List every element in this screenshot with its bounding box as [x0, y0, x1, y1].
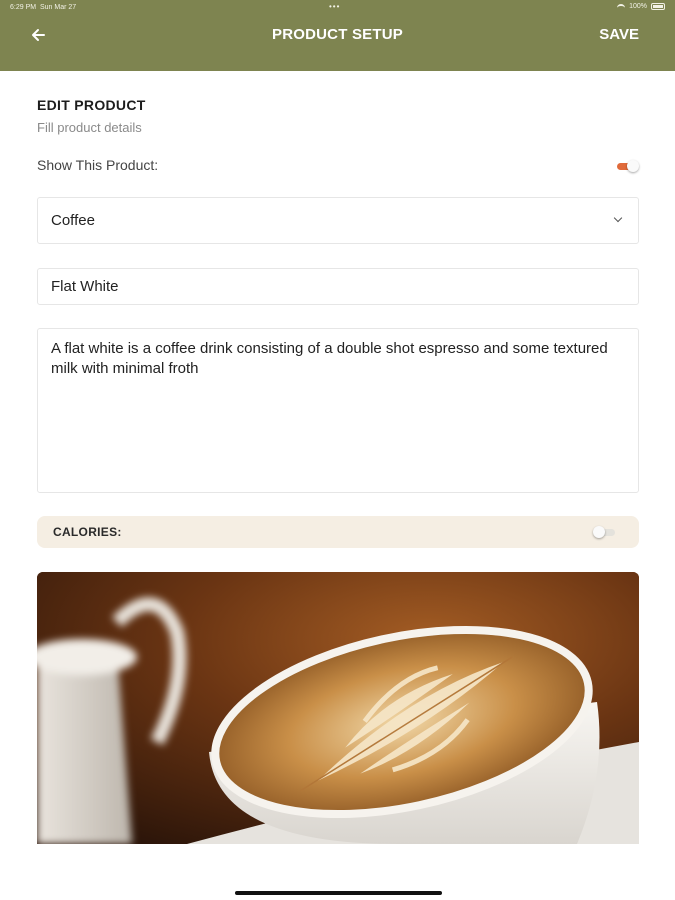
- product-description-textarea[interactable]: A flat white is a coffee drink consistin…: [37, 328, 639, 493]
- coffee-latte-art-photo: [37, 572, 639, 844]
- product-photo[interactable]: [37, 572, 639, 844]
- status-indicators: 100%: [617, 3, 665, 10]
- category-select-value: Coffee: [51, 212, 95, 229]
- calories-row: CALORIES:: [37, 516, 639, 548]
- section-heading: EDIT PRODUCT: [37, 97, 146, 113]
- save-button[interactable]: SAVE: [599, 26, 639, 43]
- battery-icon: [651, 3, 665, 10]
- status-time: 6:29 PM Sun Mar 27: [10, 4, 77, 11]
- product-name-input[interactable]: Flat White: [37, 268, 639, 305]
- toggle-knob: [593, 526, 605, 538]
- wifi-icon: [617, 3, 626, 10]
- chevron-down-icon: [613, 213, 623, 223]
- show-product-toggle[interactable]: [617, 160, 639, 172]
- home-indicator[interactable]: [235, 891, 442, 895]
- status-bar: 6:29 PM Sun Mar 27 ••• 100%: [0, 0, 675, 16]
- calories-toggle[interactable]: [593, 526, 617, 538]
- section-subheading: Fill product details: [37, 120, 142, 135]
- calories-label: CALORIES:: [53, 525, 122, 539]
- app-header: 6:29 PM Sun Mar 27 ••• 100% PRODUCT SETU…: [0, 0, 675, 71]
- toggle-knob: [627, 160, 639, 172]
- multitask-dots-icon[interactable]: •••: [329, 2, 340, 11]
- battery-percent: 100%: [629, 3, 647, 10]
- category-select[interactable]: Coffee: [37, 197, 639, 244]
- page-title: PRODUCT SETUP: [272, 26, 403, 43]
- show-product-label: Show This Product:: [37, 157, 159, 173]
